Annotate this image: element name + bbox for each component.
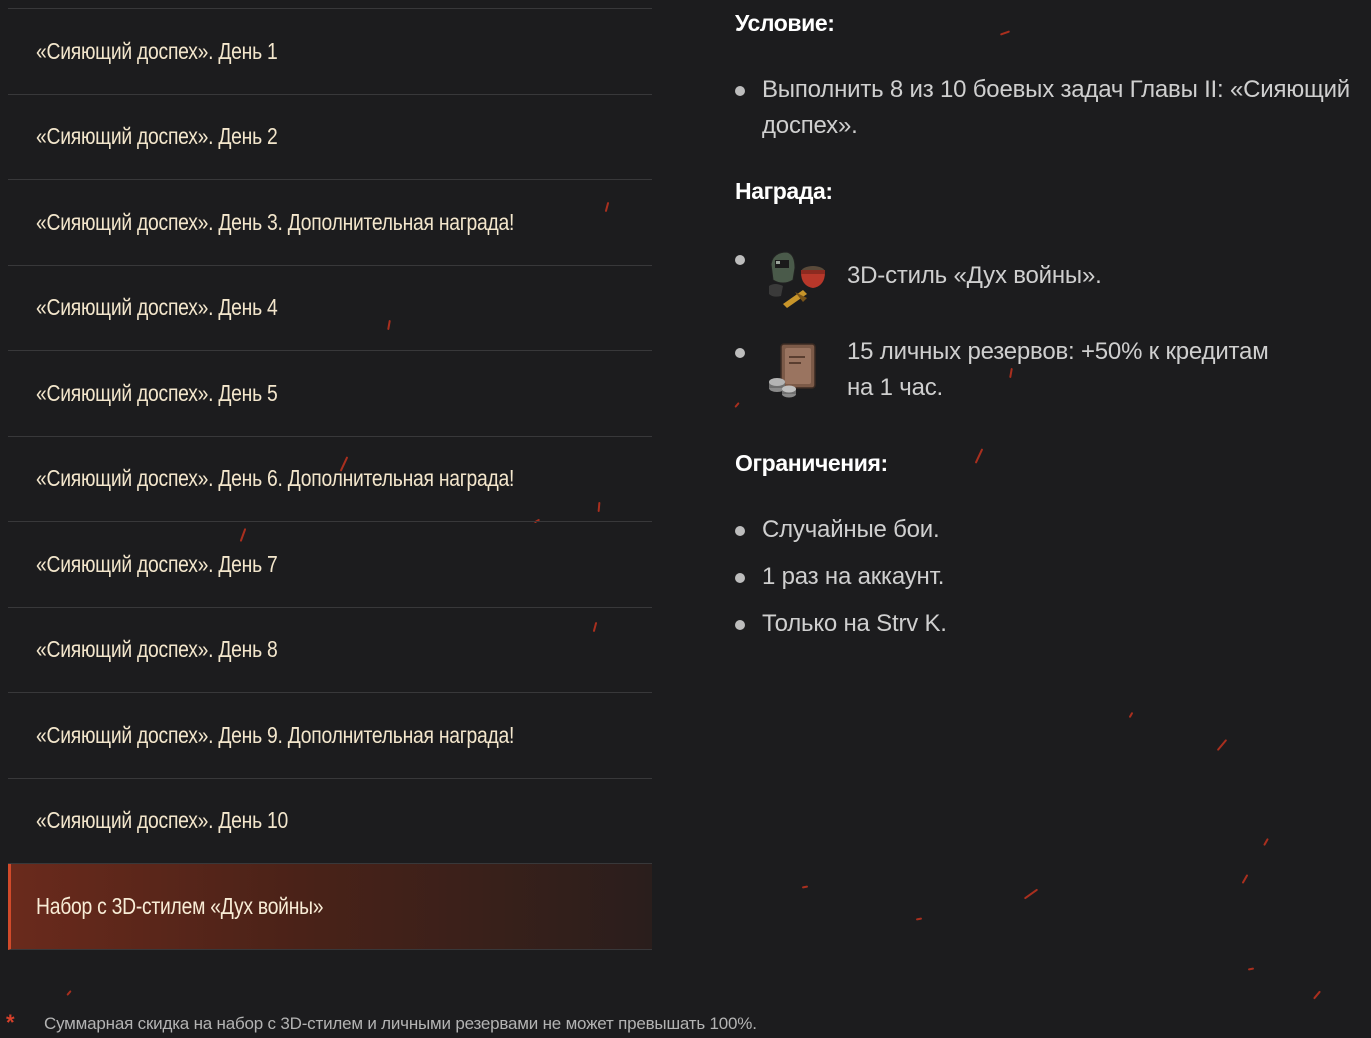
- bullet-icon: [735, 348, 745, 358]
- spark-decoration: [1128, 711, 1134, 719]
- limit-text: 1 раз на аккаунт.: [762, 563, 945, 590]
- spark-decoration: [734, 402, 740, 408]
- footnote: * Суммарная скидка на набор с 3D-стилем …: [0, 1008, 1371, 1038]
- spark-decoration: [1247, 967, 1255, 971]
- mission-item-day-3[interactable]: «Сияющий доспех». День 3. Дополнительная…: [8, 180, 652, 266]
- mission-item-day-9[interactable]: «Сияющий доспех». День 9. Дополнительная…: [8, 693, 652, 779]
- bullet-icon: [735, 620, 745, 630]
- spark-decoration: [1023, 888, 1039, 900]
- condition-heading: Условие:: [735, 10, 835, 36]
- limit-text: Случайные бои.: [762, 516, 940, 543]
- mission-item-label: «Сияющий доспех». День 7: [36, 550, 278, 577]
- spark-decoration: [999, 30, 1011, 36]
- mission-item-bundle-active[interactable]: Набор с 3D-стилем «Дух войны»: [8, 864, 652, 950]
- reward-heading: Награда:: [735, 178, 833, 204]
- spark-decoration: [1241, 874, 1249, 884]
- bullet-icon: [735, 255, 745, 265]
- mission-item-label: «Сияющий доспех». День 2: [36, 123, 278, 150]
- asterisk-icon: *: [6, 1010, 15, 1035]
- 3d-style-icon: [763, 246, 829, 312]
- mission-item-day-4[interactable]: «Сияющий доспех». День 4: [8, 266, 652, 351]
- mission-item-label: «Сияющий доспех». День 10: [36, 807, 289, 834]
- mission-item-label: «Сияющий доспех». День 9. Дополнительная…: [36, 721, 515, 748]
- mission-item-day-7[interactable]: «Сияющий доспех». День 7: [8, 522, 652, 608]
- spark-decoration: [1313, 990, 1321, 1000]
- mission-item-label: «Сияющий доспех». День 1: [36, 37, 278, 64]
- personal-reserve-icon: [763, 338, 829, 404]
- bullet-icon: [735, 86, 745, 96]
- bullet-icon: [735, 526, 745, 536]
- spark-decoration: [915, 917, 923, 921]
- reward-3d-style-text: 3D-стиль «Дух войны».: [847, 262, 1102, 289]
- spark-decoration: [1263, 838, 1269, 846]
- mission-item-label: «Сияющий доспех». День 6. Дополнительная…: [36, 465, 515, 492]
- mission-item-day-8[interactable]: «Сияющий доспех». День 8: [8, 608, 652, 693]
- spark-decoration: [1216, 738, 1228, 752]
- reward-reserve-text-line2: на 1 час.: [847, 374, 944, 401]
- limits-heading: Ограничения:: [735, 450, 888, 476]
- mission-item-day-2[interactable]: «Сияющий доспех». День 2: [8, 95, 652, 180]
- footnote-text: Суммарная скидка на набор с 3D-стилем и …: [44, 1014, 757, 1033]
- mission-list: «Сияющий доспех». День 1 «Сияющий доспех…: [8, 8, 652, 950]
- mission-item-label: «Сияющий доспех». День 5: [36, 379, 278, 406]
- mission-item-label: «Сияющий доспех». День 8: [36, 636, 278, 663]
- mission-item-day-5[interactable]: «Сияющий доспех». День 5: [8, 351, 652, 437]
- reward-reserve-text-line1: 15 личных резервов: +50% к кредитам: [847, 338, 1269, 365]
- mission-item-label: «Сияющий доспех». День 3. Дополнительная…: [36, 208, 515, 235]
- spark-decoration: [974, 448, 984, 464]
- condition-text: Выполнить 8 из 10 боевых задач Главы II:…: [762, 76, 1350, 139]
- mission-item-day-6[interactable]: «Сияющий доспех». День 6. Дополнительная…: [8, 437, 652, 522]
- bullet-icon: [735, 573, 745, 583]
- mission-item-day-10[interactable]: «Сияющий доспех». День 10: [8, 779, 652, 864]
- limit-text: Только на Strv K.: [762, 610, 947, 637]
- mission-item-label: «Сияющий доспех». День 4: [36, 294, 278, 321]
- page: «Сияющий доспех». День 1 «Сияющий доспех…: [0, 0, 1371, 1038]
- spark-decoration: [801, 885, 809, 889]
- mission-item-day-1[interactable]: «Сияющий доспех». День 1: [8, 9, 652, 95]
- mission-item-label: Набор с 3D-стилем «Дух войны»: [36, 892, 324, 919]
- spark-decoration: [66, 990, 72, 996]
